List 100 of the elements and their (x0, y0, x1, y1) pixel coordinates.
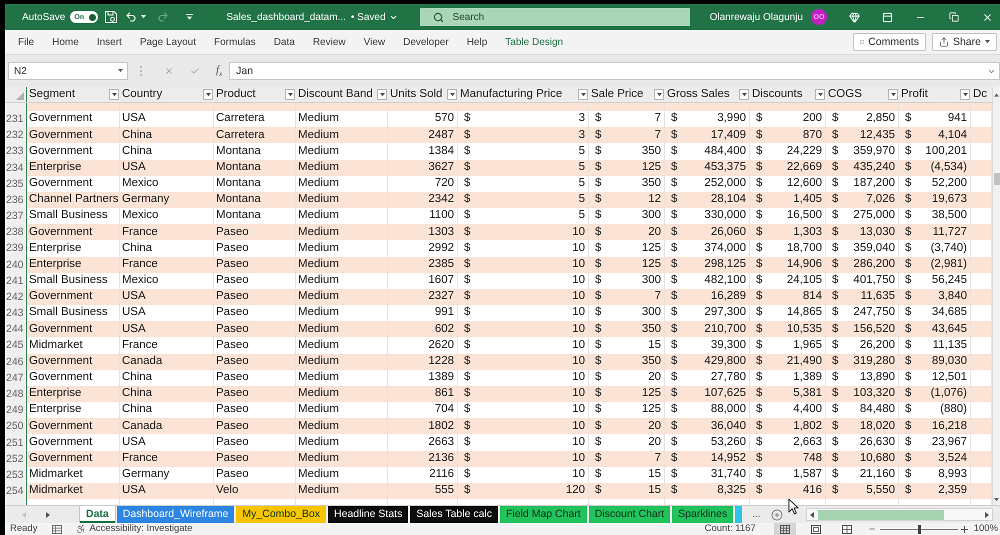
row-number[interactable]: 234 (5, 160, 27, 176)
ribbon-tab[interactable]: View (364, 30, 386, 54)
filter-button[interactable] (203, 89, 213, 100)
row-number[interactable]: 242 (5, 288, 27, 306)
drag-handle-icon[interactable] (140, 66, 142, 76)
column-header[interactable]: Manufacturing Price (460, 88, 562, 100)
filter-button[interactable] (285, 89, 295, 100)
save-icon[interactable] (105, 11, 118, 23)
column-header[interactable]: Units Sold (390, 88, 442, 100)
formula-bar[interactable]: Jan (229, 62, 1000, 80)
view-button[interactable] (774, 523, 796, 535)
column-header[interactable]: COGS (828, 88, 862, 100)
row-number[interactable]: 241 (5, 272, 27, 289)
gem-icon[interactable] (849, 12, 860, 22)
ribbon-tab[interactable]: Help (466, 30, 488, 54)
caret-down-icon[interactable] (118, 69, 123, 73)
comments-button[interactable]: Comments (852, 33, 926, 51)
row-number[interactable]: 231 (5, 111, 27, 128)
caret-right-icon[interactable] (985, 512, 989, 518)
ribbon-tab[interactable]: Review (312, 30, 346, 54)
column-header[interactable]: Discounts (752, 88, 802, 100)
column-header[interactable]: Product (216, 88, 256, 100)
column-header[interactable]: Profit (901, 88, 928, 100)
zoom-level[interactable]: 100% (974, 523, 998, 535)
sheet-tab[interactable]: Dashboard_Wireframe (116, 506, 234, 523)
ribbon-tab[interactable]: Developer (403, 30, 449, 54)
close-icon[interactable] (982, 12, 993, 22)
row-number[interactable]: 244 (5, 321, 27, 338)
ribbon-tab[interactable]: Page Layout (140, 30, 196, 54)
ribbon-tab[interactable]: Formulas (214, 30, 256, 54)
restore-icon[interactable] (949, 12, 959, 22)
row-number[interactable]: 235 (5, 176, 27, 192)
sheet-tab[interactable]: Data (80, 506, 115, 523)
ribbon-tab[interactable]: Data (274, 30, 295, 54)
caret-up-icon[interactable] (994, 93, 999, 97)
filter-button[interactable] (654, 89, 664, 100)
caret-left-icon[interactable] (810, 512, 814, 518)
row-number[interactable]: 250 (5, 418, 27, 434)
caret-down-icon[interactable] (994, 498, 999, 501)
filter-button[interactable] (578, 89, 588, 100)
horizontal-scrollbar[interactable] (806, 508, 993, 521)
sheet-tab[interactable]: Field Map Chart (500, 506, 587, 523)
row-number[interactable]: 248 (5, 386, 27, 402)
column-header[interactable]: Country (122, 88, 162, 100)
sheet-tab[interactable]: Sparklines (672, 506, 734, 523)
row-number[interactable]: 236 (5, 192, 27, 208)
row-number[interactable]: 240 (5, 256, 27, 273)
scrollbar-thumb[interactable] (994, 173, 1000, 185)
row-number[interactable]: 246 (5, 354, 27, 370)
row-number[interactable]: 243 (5, 305, 27, 322)
share-button[interactable]: Share (932, 33, 997, 51)
row-number[interactable]: 238 (5, 224, 27, 240)
more-sheets-button[interactable]: ... (750, 506, 763, 523)
row-number[interactable]: 237 (5, 208, 27, 224)
search-bar[interactable]: Search (420, 8, 690, 26)
row-number[interactable]: 233 (5, 143, 27, 160)
formula-input[interactable]: Jan (236, 65, 987, 77)
accessibility-status[interactable]: Accessibility: Investigate (89, 523, 192, 535)
zoom-in-icon[interactable] (960, 526, 968, 532)
caret-down-icon[interactable] (141, 15, 146, 19)
column-header[interactable]: Segment (29, 88, 76, 100)
row-number[interactable]: 232 (5, 127, 27, 144)
column-header[interactable]: Sale Price (591, 88, 644, 100)
filter-button[interactable] (815, 89, 825, 100)
add-sheet-icon[interactable] (770, 508, 783, 520)
ribbon-tab[interactable]: Home (52, 30, 79, 54)
sheet-tab[interactable]: Sales Table calc (410, 506, 498, 523)
caret-right-icon[interactable] (46, 512, 50, 518)
filter-button[interactable] (109, 89, 119, 100)
row-number[interactable]: 239 (5, 240, 27, 257)
filter-button[interactable] (739, 89, 749, 100)
slider-thumb[interactable] (918, 524, 921, 534)
filter-button[interactable] (377, 89, 387, 100)
sheet-tab[interactable]: My_Combo_Box (236, 506, 326, 523)
filter-button[interactable] (447, 89, 457, 100)
ribbon-tab[interactable]: Insert (96, 30, 122, 54)
worksheet-icon[interactable] (52, 524, 62, 534)
ribbon-tab[interactable]: File (18, 30, 34, 54)
name-box[interactable]: N2 (8, 62, 128, 80)
ribbon-display-icon[interactable] (882, 12, 893, 22)
ribbon-tab[interactable]: Table Design (505, 30, 564, 54)
undo-icon[interactable] (125, 11, 138, 23)
row-number[interactable]: 245 (5, 337, 27, 354)
column-header[interactable]: Gross Sales (667, 88, 730, 100)
row-number[interactable]: 251 (5, 434, 27, 451)
column-header[interactable]: Dc (973, 88, 988, 100)
row-number[interactable]: 247 (5, 370, 27, 386)
insert-function-button[interactable]: f$_{x}$ (216, 62, 222, 80)
filter-button[interactable] (888, 89, 898, 100)
cell-reference-input[interactable]: N2 (14, 66, 118, 76)
row-number[interactable]: 254 (5, 482, 27, 500)
row-number[interactable]: 249 (5, 402, 27, 418)
scrollbar-thumb[interactable] (818, 510, 944, 520)
sheet-tab[interactable]: Discount Chart (588, 506, 670, 523)
vertical-scrollbar[interactable] (992, 87, 1000, 505)
accessibility-icon[interactable] (76, 524, 86, 534)
column-header[interactable]: Discount Band (298, 88, 373, 100)
customize-icon[interactable] (186, 14, 194, 20)
sheet-tab[interactable]: Headline Stats (328, 506, 408, 523)
row-number[interactable]: 253 (5, 466, 27, 483)
